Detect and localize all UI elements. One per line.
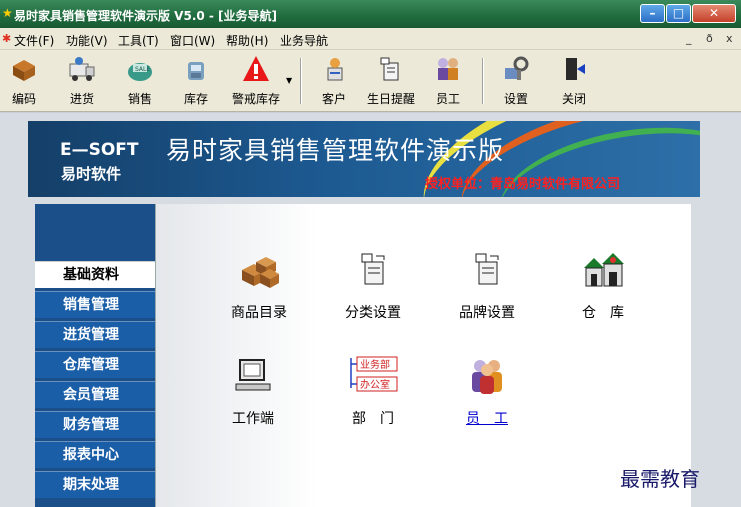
category-icon: [361, 253, 385, 285]
brand-logo-text: E—SOFT: [60, 140, 139, 160]
coding-icon: [13, 60, 35, 81]
toolbar-employee-button[interactable]: 员工: [426, 54, 470, 108]
toolbar-exit-button[interactable]: 关闭: [552, 54, 596, 108]
settings-icon: [505, 56, 529, 80]
menu-window[interactable]: 窗口(W): [170, 32, 215, 49]
staff-icon: [472, 360, 502, 394]
sidebar-item-sales[interactable]: 销售管理: [35, 291, 155, 318]
exit-icon: [566, 58, 585, 80]
dropdown-arrow-icon[interactable]: ▼: [286, 76, 292, 85]
brand-cn-text: 易时软件: [61, 165, 122, 183]
warehouse-icon: [584, 253, 624, 287]
toolbar-coding-button[interactable]: 编码: [2, 54, 46, 108]
toolbar-birthday-button[interactable]: 生日提醒: [362, 54, 420, 108]
menu-help[interactable]: 帮助(H): [226, 32, 268, 49]
toolbar-settings-button[interactable]: 设置: [494, 54, 538, 108]
menu-bar: ✱ 文件(F) 功能(V) 工具(T) 窗口(W) 帮助(H) 业务导航 _ ð…: [0, 28, 741, 50]
toolbar-inventory-button[interactable]: 库存: [174, 54, 218, 108]
app-icon: ★: [2, 6, 13, 20]
menu-function[interactable]: 功能(V): [66, 32, 108, 49]
employee-icon: [438, 58, 458, 80]
sidebar-item-reports[interactable]: 报表中心: [35, 441, 155, 468]
mdi-restore-button[interactable]: ð: [706, 32, 713, 45]
customer-icon: [327, 58, 343, 81]
item-warehouse[interactable]: 仓 库: [558, 250, 648, 322]
sidebar-item-warehouse[interactable]: 仓库管理: [35, 351, 155, 378]
toolbar-purchase-button[interactable]: 进货: [60, 54, 104, 108]
mdi-doc-icon[interactable]: ✱: [2, 32, 11, 45]
main-panel: 商品目录 分类设置 品牌设置 仓 库 工作端 业务部 办公室 部 门 员 工: [155, 204, 691, 507]
item-category-settings[interactable]: 分类设置: [328, 250, 418, 322]
brand-icon: [475, 253, 499, 285]
menu-business-nav[interactable]: 业务导航: [280, 32, 328, 49]
sidebar-item-basic-data[interactable]: 基础资料: [35, 261, 155, 288]
birthday-icon: [380, 57, 399, 81]
window-title: 易时家具销售管理软件演示版 V5.0 - [业务导航]: [14, 9, 278, 23]
maximize-button[interactable]: □: [666, 4, 691, 23]
inventory-icon: [188, 62, 204, 80]
sidebar-item-finance[interactable]: 财务管理: [35, 411, 155, 438]
toolbar-warning-stock-button[interactable]: 警戒库存: [226, 54, 286, 108]
svg-text:SALE: SALE: [135, 66, 150, 73]
sidebar: 基础资料 销售管理 进货管理 仓库管理 会员管理 财务管理 报表中心 期末处理: [35, 204, 155, 507]
item-brand-settings[interactable]: 品牌设置: [442, 250, 532, 322]
minimize-button[interactable]: –: [640, 4, 665, 23]
toolbar: 编码 进货 SALE 销售 库存 警戒库存 ▼ 客户 生日提醒 员工 设置 关闭: [0, 50, 741, 112]
purchase-icon: [69, 57, 95, 81]
sales-icon: SALE: [128, 63, 152, 81]
workstation-icon: [235, 359, 271, 391]
banner: E—SOFT 易时软件 易时家具销售管理软件演示版 授权单位：青岛易时软件有限公…: [28, 121, 700, 197]
toolbar-separator: [482, 58, 484, 104]
toolbar-sales-button[interactable]: SALE 销售: [118, 54, 162, 108]
sidebar-item-period-end[interactable]: 期末处理: [35, 471, 155, 498]
item-workstation[interactable]: 工作端: [208, 356, 298, 428]
item-staff[interactable]: 员 工: [442, 356, 532, 428]
menu-file[interactable]: 文件(F): [14, 32, 54, 49]
watermark-text: 最需教育: [620, 467, 700, 491]
title-bar: ★ 易时家具销售管理软件演示版 V5.0 - [业务导航] – □ ✕: [0, 0, 741, 28]
item-department[interactable]: 业务部 办公室 部 门: [328, 356, 418, 428]
banner-title: 易时家具销售管理软件演示版: [166, 136, 505, 165]
toolbar-separator: [300, 58, 302, 104]
license-text: 授权单位：青岛易时软件有限公司: [425, 177, 621, 192]
svg-text:业务部: 业务部: [360, 358, 390, 371]
toolbar-customer-button[interactable]: 客户: [312, 54, 356, 108]
department-icon: 业务部 办公室: [350, 356, 398, 392]
sidebar-item-member[interactable]: 会员管理: [35, 381, 155, 408]
mdi-close-button[interactable]: x: [726, 32, 733, 45]
svg-text:办公室: 办公室: [360, 378, 390, 391]
boxes-icon: [242, 257, 279, 288]
warning-icon: [243, 56, 269, 81]
item-product-catalog[interactable]: 商品目录: [214, 250, 304, 322]
sidebar-item-purchase[interactable]: 进货管理: [35, 321, 155, 348]
mdi-minimize-button[interactable]: _: [686, 32, 692, 45]
close-button[interactable]: ✕: [692, 4, 736, 23]
menu-tools[interactable]: 工具(T): [118, 32, 159, 49]
